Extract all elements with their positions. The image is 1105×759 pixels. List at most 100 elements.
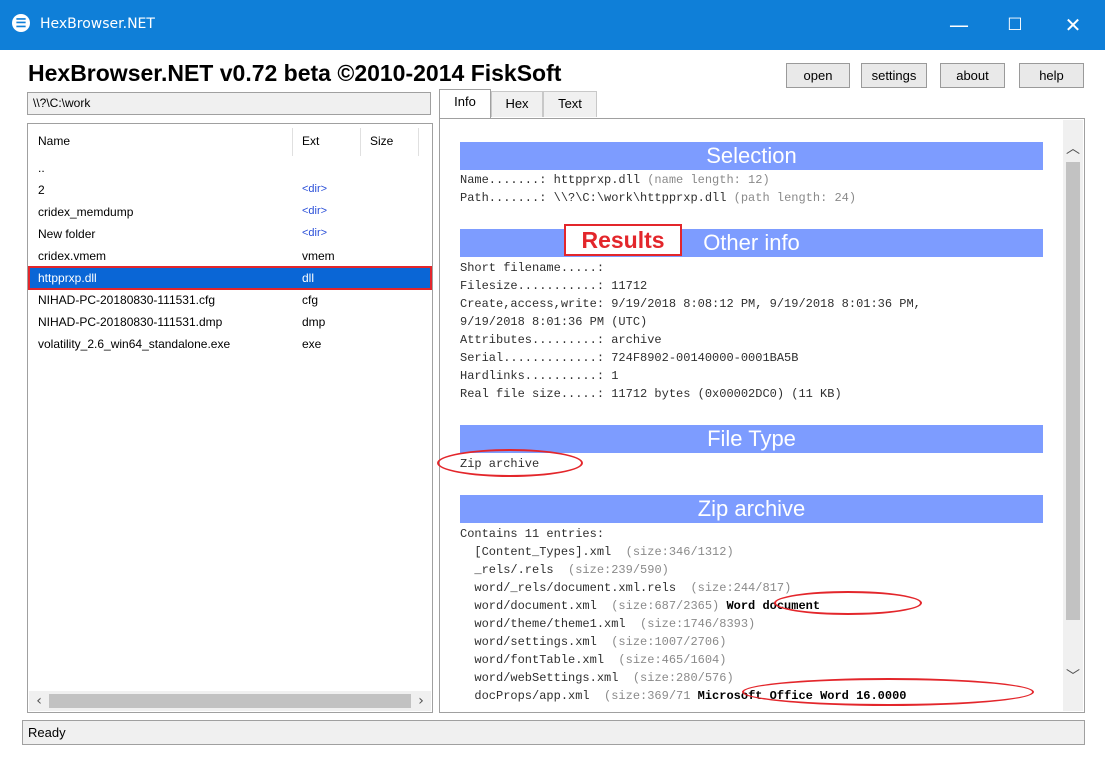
file-ext: dmp	[302, 315, 326, 329]
scrollbar-thumb[interactable]	[1066, 162, 1080, 620]
other-info-line: Serial.............: 724F8902-00140000-0…	[460, 351, 799, 365]
minimize-button[interactable]: —	[932, 0, 986, 50]
file-name: NIHAD-PC-20180830-111531.dmp	[38, 315, 223, 329]
annotation-ellipse	[437, 449, 583, 477]
file-row[interactable]: 2 <dir>	[30, 180, 430, 200]
tab-hex[interactable]: Hex	[491, 91, 543, 117]
file-row[interactable]: volatility_2.6_win64_standalone.exe exe	[30, 334, 430, 354]
tab-text[interactable]: Text	[543, 91, 597, 117]
file-name: 2	[38, 183, 45, 197]
tab-info[interactable]: Info	[439, 89, 491, 119]
zip-entry: _rels/.rels (size:239/590)	[460, 561, 669, 579]
column-divider	[292, 128, 293, 156]
file-name: cridex_memdump	[38, 205, 134, 219]
selection-name-line: Name.......: httpprxp.dll (name length: …	[460, 171, 770, 189]
section-header-other-info: Other info	[460, 229, 1043, 257]
file-ext: <dir>	[302, 205, 328, 217]
open-button[interactable]: open	[786, 63, 850, 88]
scroll-right-icon[interactable]: ›	[412, 692, 430, 710]
zip-entry-size: (size:239/590)	[553, 563, 669, 577]
zip-entry: word/theme/theme1.xml (size:1746/8393)	[460, 615, 755, 633]
other-info-line: Short filename.....:	[460, 261, 612, 275]
file-name: volatility_2.6_win64_standalone.exe	[38, 337, 231, 351]
zip-entry: [Content_Types].xml (size:346/1312)	[460, 543, 734, 561]
other-info-line: Real file size.....: 11712 bytes (0x0000…	[460, 387, 842, 401]
column-header-name[interactable]: Name	[38, 134, 70, 148]
file-ext: vmem	[302, 249, 335, 263]
other-info-line: 9/19/2018 8:01:36 PM (UTC)	[460, 315, 648, 329]
info-panel: Selection Name.......: httpprxp.dll (nam…	[439, 118, 1085, 713]
zip-entry-count: Contains 11 entries:	[460, 527, 605, 541]
zip-entry-size: (size:346/1312)	[611, 545, 734, 559]
zip-entry-size: (size:1007/2706)	[596, 635, 727, 649]
path-field[interactable]: \\?\C:\work	[27, 92, 431, 115]
window-title: HexBrowser.NET	[40, 16, 155, 32]
zip-entry-name: word/settings.xml	[460, 635, 597, 649]
file-list-panel: Name Ext Size .. 2 <dir> cridex_memdump <dir…	[27, 123, 433, 713]
column-divider	[418, 128, 419, 156]
scroll-down-icon[interactable]: ﹀	[1064, 668, 1082, 686]
file-name: httpprxp.dll	[38, 271, 97, 285]
zip-entry-name: word/_rels/document.xml.rels	[460, 581, 677, 595]
zip-entry-name: word/theme/theme1.xml	[460, 617, 626, 631]
zip-entry-name: [Content_Types].xml	[460, 545, 612, 559]
file-ext: <dir>	[302, 183, 328, 195]
scroll-up-icon[interactable]: ︿	[1064, 140, 1082, 158]
scroll-left-icon[interactable]: ‹	[30, 692, 48, 710]
horizontal-scrollbar[interactable]: ‹ ›	[29, 691, 431, 711]
help-button[interactable]: help	[1019, 63, 1084, 88]
section-header-file-type: File Type	[460, 425, 1043, 453]
selection-path-line: Path.......: \\?\C:\work\httpprxp.dll (p…	[460, 189, 856, 207]
zip-entry: word/_rels/document.xml.rels (size:244/8…	[460, 579, 791, 597]
zip-entry-name: word/document.xml	[460, 599, 597, 613]
file-row[interactable]: cridex.vmem vmem	[30, 246, 430, 266]
other-info-line: Create,access,write: 9/19/2018 8:08:12 P…	[460, 297, 921, 311]
zip-entry-size: (size:244/817)	[676, 581, 792, 595]
file-row[interactable]: NIHAD-PC-20180830-111531.dmp dmp	[30, 312, 430, 332]
other-info-line: Hardlinks..........: 1	[460, 369, 619, 383]
file-row[interactable]: ..	[30, 158, 430, 178]
column-divider	[360, 128, 361, 156]
file-name: New folder	[38, 227, 96, 241]
title-bar: ☰ HexBrowser.NET — ☐ ✕	[0, 0, 1105, 50]
about-button[interactable]: about	[940, 63, 1005, 88]
app-heading: HexBrowser.NET v0.72 beta ©2010-2014 Fis…	[28, 60, 562, 86]
annotation-ellipse	[774, 591, 922, 615]
name-value: Name.......: httpprxp.dll	[460, 173, 641, 187]
file-row[interactable]: cridex_memdump <dir>	[30, 202, 430, 222]
settings-button[interactable]: settings	[861, 63, 927, 88]
other-info-line: Attributes.........: archive	[460, 333, 662, 347]
zip-entry: word/settings.xml (size:1007/2706)	[460, 633, 726, 651]
vertical-scrollbar[interactable]: ︿ ﹀	[1063, 120, 1083, 711]
status-bar: Ready	[22, 720, 1085, 745]
file-row[interactable]: New folder <dir>	[30, 224, 430, 244]
maximize-button[interactable]: ☐	[988, 0, 1042, 50]
zip-entry-name: _rels/.rels	[460, 563, 554, 577]
zip-entry-size: (size:1746/8393)	[625, 617, 756, 631]
file-name: NIHAD-PC-20180830-111531.cfg	[38, 293, 215, 307]
file-row-selected[interactable]: httpprxp.dll dll	[28, 266, 432, 290]
scrollbar-thumb[interactable]	[49, 694, 411, 708]
zip-entry-size: (size:280/576)	[618, 671, 734, 685]
section-header-zip-archive: Zip archive	[460, 495, 1043, 523]
zip-entry-name: word/webSettings.xml	[460, 671, 619, 685]
annotation-ellipse	[742, 678, 1034, 706]
column-header-ext[interactable]: Ext	[302, 134, 319, 148]
file-name: ..	[38, 161, 45, 175]
results-annotation: Results	[564, 224, 682, 256]
zip-entry-size: (size:687/2365)	[596, 599, 720, 613]
file-ext: dll	[302, 271, 315, 285]
column-header-size[interactable]: Size	[370, 134, 393, 148]
zip-entry: word/fontTable.xml (size:465/1604)	[460, 651, 726, 669]
zip-entry-name: word/fontTable.xml	[460, 653, 605, 667]
file-row[interactable]: NIHAD-PC-20180830-111531.cfg cfg	[30, 290, 430, 310]
name-length-note: (name length: 12)	[640, 173, 770, 187]
file-ext: exe	[302, 337, 322, 351]
zip-entry: word/webSettings.xml (size:280/576)	[460, 669, 734, 687]
close-button[interactable]: ✕	[1046, 0, 1100, 50]
zip-entry: word/document.xml (size:687/2365) Word d…	[460, 597, 820, 615]
file-ext: cfg	[302, 293, 319, 307]
zip-entry-name: docProps/app.xml	[460, 689, 590, 703]
path-value: Path.......: \\?\C:\work\httpprxp.dll	[460, 191, 727, 205]
zip-entry-size: (size:465/1604)	[604, 653, 727, 667]
